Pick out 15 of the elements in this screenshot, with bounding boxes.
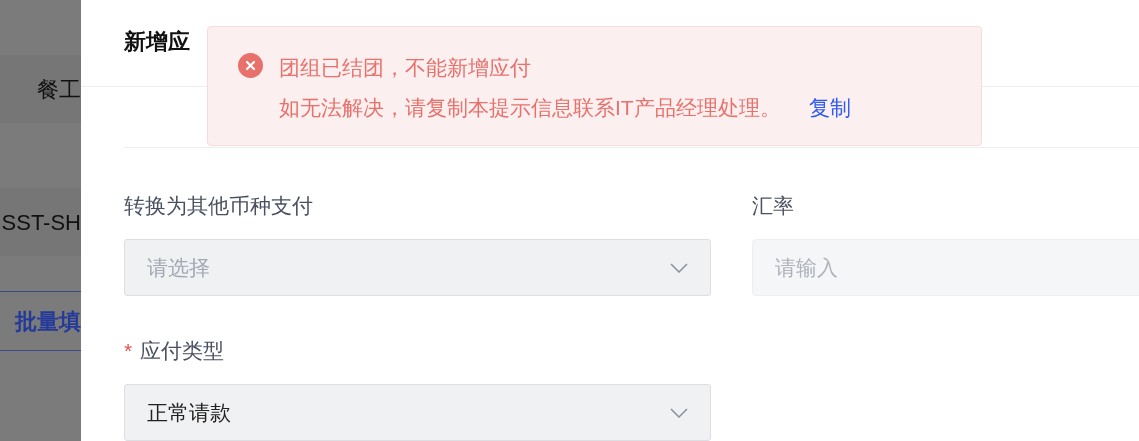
error-icon [238,53,263,78]
field-label: 应付类型 [140,338,225,365]
table-cell-text: 餐工 [37,75,81,104]
dialog-title: 新增应 [124,28,190,56]
field-label: 转换为其他币种支付 [124,193,313,220]
toast-title: 团组已结团，不能新增应付 [279,55,532,81]
field-label: 汇率 [752,193,794,220]
select-field[interactable]: 正常请款 [124,384,711,441]
toast-message: 如无法解决，请复制本提示信息联系IT产品经理处理。 [279,94,781,121]
input-field[interactable]: 请输入 [752,239,1139,296]
chevron-icon [670,262,688,273]
table-cell-text: SST-SH [1,208,81,237]
chevron-icon [670,407,688,418]
required-mark: * [124,338,133,365]
copy-link[interactable]: 复制 [808,91,851,123]
